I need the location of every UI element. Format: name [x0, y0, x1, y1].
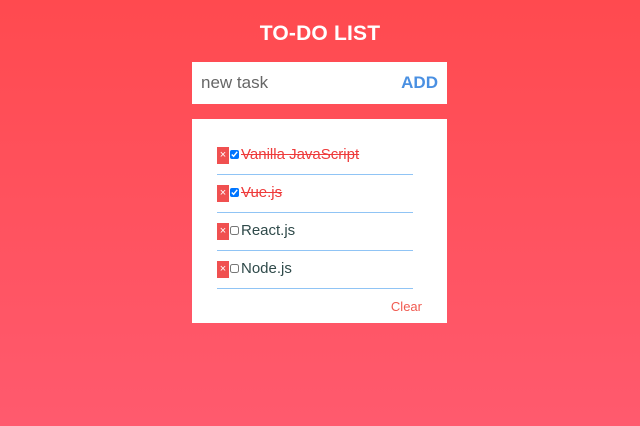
- delete-task-button[interactable]: ×: [217, 223, 229, 240]
- task-item: × Vanilla JavaScript: [217, 137, 413, 175]
- task-checkbox[interactable]: [230, 264, 239, 273]
- task-label: Vue.js: [241, 184, 283, 201]
- task-checkbox[interactable]: [230, 188, 239, 197]
- task-item: × React.js: [217, 213, 413, 251]
- add-button[interactable]: ADD: [401, 62, 438, 104]
- page-title: TO-DO LIST: [259, 22, 381, 45]
- delete-task-button[interactable]: ×: [217, 261, 229, 278]
- add-task-bar: ADD: [192, 62, 447, 104]
- task-label: React.js: [241, 222, 296, 239]
- new-task-input[interactable]: [192, 62, 387, 104]
- task-list: × Vanilla JavaScript × Vue.js × React.js…: [217, 137, 413, 289]
- task-checkbox[interactable]: [230, 226, 239, 235]
- task-item: × Vue.js: [217, 175, 413, 213]
- task-label: Node.js: [241, 260, 292, 277]
- clear-button[interactable]: Clear: [391, 299, 422, 314]
- delete-task-button[interactable]: ×: [217, 147, 229, 164]
- task-list-card: × Vanilla JavaScript × Vue.js × React.js…: [192, 119, 447, 323]
- task-label: Vanilla JavaScript: [241, 146, 360, 163]
- delete-task-button[interactable]: ×: [217, 185, 229, 202]
- task-checkbox[interactable]: [230, 150, 239, 159]
- task-item: × Node.js: [217, 251, 413, 289]
